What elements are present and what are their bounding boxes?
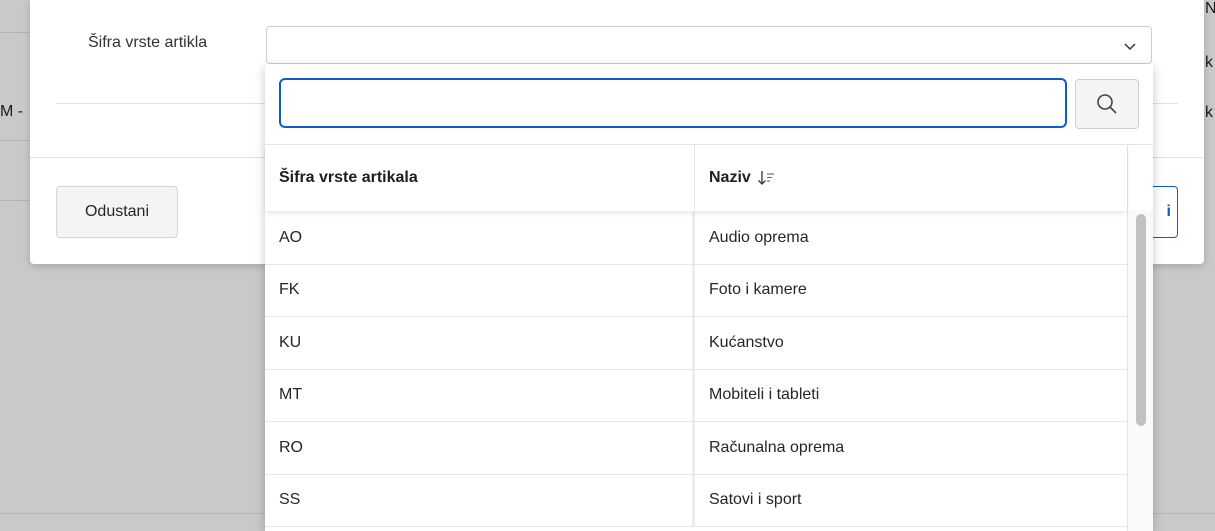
table-row[interactable]: KU Kućanstvo xyxy=(265,317,1127,370)
search-button[interactable] xyxy=(1075,79,1139,129)
cell-name: Audio oprema xyxy=(709,228,809,246)
lov-popup: Šifra vrste artikala Naziv AO Audio opre… xyxy=(265,64,1153,531)
field-label: Šifra vrste artikla xyxy=(88,34,208,51)
background-row-divider xyxy=(0,140,30,141)
table-row[interactable]: RO Računalna oprema xyxy=(265,422,1127,475)
background-cell-text: M - xyxy=(0,103,24,120)
column-header-label: Naziv xyxy=(709,169,751,186)
table-row[interactable]: FK Foto i kamere xyxy=(265,264,1127,317)
cancel-button[interactable]: Odustani xyxy=(56,186,178,238)
background-cell-text: k xyxy=(1205,54,1213,71)
scrollbar-thumb[interactable] xyxy=(1136,214,1146,426)
cell-code: RO xyxy=(265,422,695,474)
cell-name: Satovi i sport xyxy=(709,491,802,509)
column-header-name[interactable]: Naziv xyxy=(695,145,1127,211)
cell-name: Kućanstvo xyxy=(709,333,784,351)
item-type-select[interactable] xyxy=(266,26,1152,64)
table-row[interactable]: MT Mobiteli i tableti xyxy=(265,369,1127,422)
column-header-label: Šifra vrste artikala xyxy=(279,169,418,186)
table-row[interactable]: AO Audio oprema xyxy=(265,212,1127,265)
sort-descending-icon xyxy=(757,171,774,185)
search-input[interactable] xyxy=(279,78,1067,128)
column-header-code[interactable]: Šifra vrste artikala xyxy=(265,145,695,211)
cell-code: FK xyxy=(265,264,695,316)
cell-name: Mobiteli i tableti xyxy=(709,386,820,404)
cell-name: Računalna oprema xyxy=(709,438,845,456)
vertical-scrollbar[interactable] xyxy=(1127,210,1153,531)
cell-code: KU xyxy=(265,317,695,369)
search-icon xyxy=(1097,94,1117,114)
cell-code: SS xyxy=(265,474,695,526)
table-row[interactable]: SS Satovi i sport xyxy=(265,474,1127,527)
background-cell-text: N xyxy=(1205,0,1215,17)
grid-header: Šifra vrste artikala Naziv xyxy=(265,144,1127,211)
cell-name: Foto i kamere xyxy=(709,281,807,299)
background-cell-text: k xyxy=(1205,104,1213,121)
background-row-divider xyxy=(0,200,30,201)
background-row-divider xyxy=(0,32,30,33)
chevron-down-icon xyxy=(1124,43,1136,51)
header-scroll-gutter xyxy=(1127,144,1153,210)
grid-body: AO Audio oprema FK Foto i kamere KU Kuća… xyxy=(265,212,1127,527)
cell-code: MT xyxy=(265,369,695,421)
cell-code: AO xyxy=(265,212,695,264)
